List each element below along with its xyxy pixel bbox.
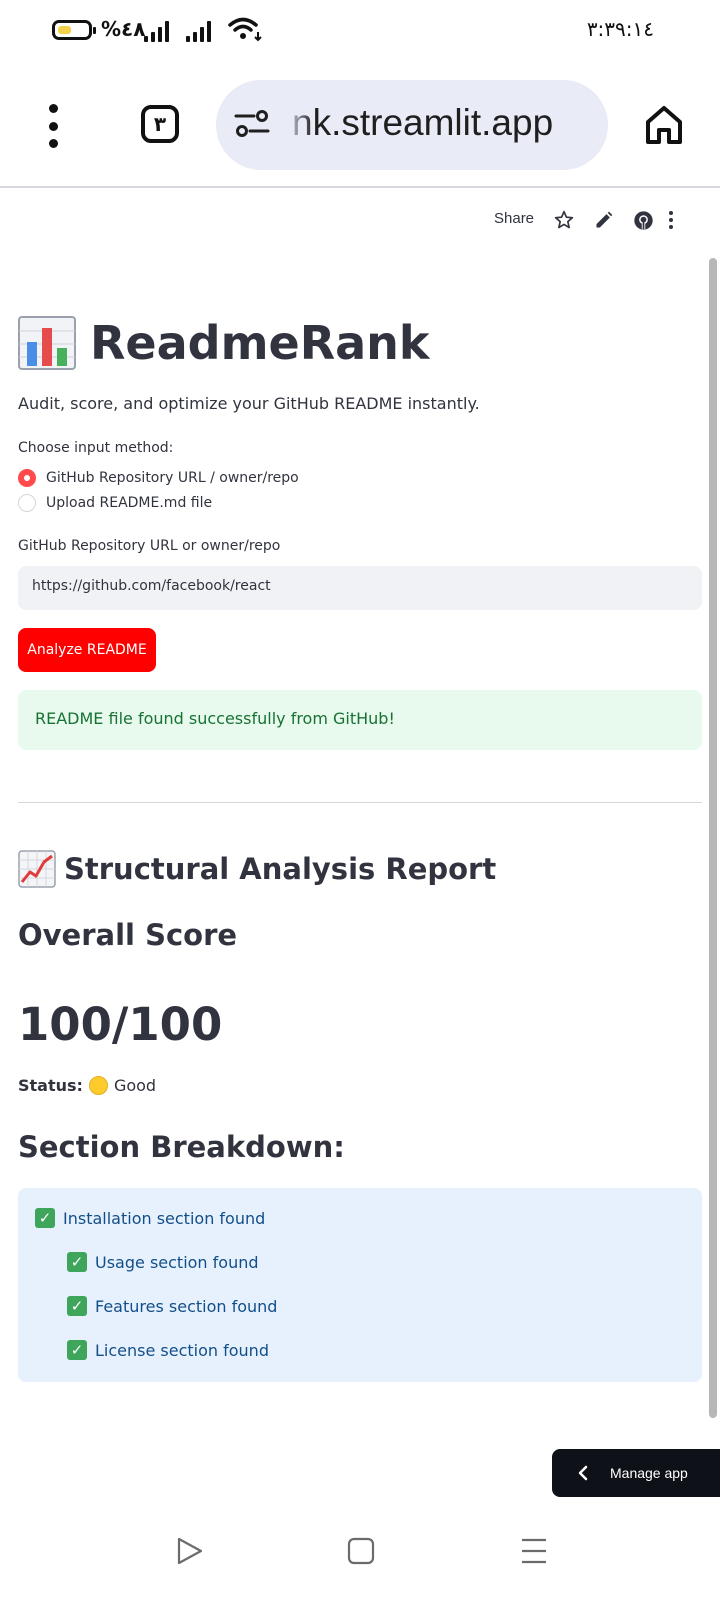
- manage-app-label: Manage app: [610, 1465, 688, 1481]
- recents-menu-icon[interactable]: [520, 1536, 548, 1566]
- section-breakdown-list: ✓ Installation section found ✓ Usage sec…: [18, 1188, 702, 1382]
- report-title: Structural Analysis Report: [64, 852, 497, 886]
- yellow-circle-icon: [88, 1076, 108, 1095]
- signal-icon: [186, 18, 211, 42]
- success-alert: README file found successfully from GitH…: [18, 690, 702, 750]
- signal-icon: [144, 18, 169, 42]
- repo-url-input[interactable]: https://github.com/facebook/react: [18, 566, 702, 610]
- star-icon[interactable]: [554, 210, 574, 230]
- input-method-label: Choose input method:: [18, 440, 174, 456]
- app-toolbar: Share: [0, 190, 720, 250]
- bar-chart-icon: [18, 316, 76, 370]
- status-line: Status: Good: [18, 1076, 156, 1095]
- radio-selected-icon[interactable]: [18, 469, 36, 487]
- status-label: Status:: [18, 1076, 83, 1095]
- url-text: nk.streamlit.app: [292, 102, 554, 143]
- radio-label: Upload README.md file: [46, 495, 213, 511]
- address-bar[interactable]: nk.streamlit.app: [216, 80, 608, 170]
- line-chart-icon: [18, 850, 56, 888]
- app-subtitle: Audit, score, and optimize your GitHub R…: [18, 394, 480, 413]
- more-vert-icon[interactable]: [667, 210, 675, 230]
- check-mark-icon: ✓: [35, 1208, 55, 1228]
- battery-fill: [58, 26, 71, 34]
- report-heading: Structural Analysis Report: [18, 850, 496, 888]
- page-title: ReadmeRank: [18, 316, 430, 370]
- score-value: 100/100: [18, 998, 223, 1051]
- list-item: ✓ Usage section found: [67, 1252, 259, 1272]
- list-item: ✓ Features section found: [67, 1296, 277, 1316]
- radio-option-github-url[interactable]: GitHub Repository URL / owner/repo: [18, 469, 299, 487]
- site-settings-icon[interactable]: [234, 109, 270, 139]
- divider: [18, 802, 702, 803]
- battery-percent: %٤٨: [101, 17, 146, 41]
- chevron-left-icon: [578, 1465, 588, 1481]
- more-vert-icon[interactable]: [40, 104, 66, 148]
- check-mark-icon: ✓: [67, 1252, 87, 1272]
- home-square-icon[interactable]: [347, 1536, 375, 1566]
- back-triangle-icon[interactable]: [176, 1536, 204, 1566]
- overall-score-label: Overall Score: [18, 918, 238, 952]
- repo-field-label: GitHub Repository URL or owner/repo: [18, 538, 281, 554]
- tabs-button[interactable]: ٣: [141, 105, 179, 143]
- edit-icon[interactable]: [594, 210, 614, 230]
- status-bar: %٤٨ ٣:٣٩:١٤: [0, 0, 720, 64]
- share-button[interactable]: Share: [494, 210, 534, 227]
- battery-icon: [52, 20, 96, 40]
- list-item: ✓ Installation section found: [35, 1208, 265, 1228]
- repo-url-value: https://github.com/facebook/react: [32, 578, 271, 594]
- section-breakdown-title: Section Breakdown:: [18, 1130, 345, 1164]
- check-mark-icon: ✓: [67, 1340, 87, 1360]
- list-item: ✓ License section found: [67, 1340, 269, 1360]
- scrollbar[interactable]: [709, 258, 717, 1418]
- analyze-readme-button[interactable]: Analyze README: [18, 628, 156, 672]
- system-nav-bar: [0, 1506, 720, 1600]
- github-icon[interactable]: [633, 210, 654, 231]
- browser-toolbar: ٣ nk.streamlit.app: [0, 64, 720, 188]
- home-icon[interactable]: [644, 104, 684, 146]
- check-mark-icon: ✓: [67, 1296, 87, 1316]
- manage-app-button[interactable]: Manage app: [552, 1449, 720, 1497]
- tab-count: ٣: [153, 112, 167, 136]
- status-value: Good: [113, 1076, 157, 1095]
- app-title: ReadmeRank: [90, 316, 430, 370]
- wifi-icon: [228, 17, 262, 42]
- radio-label: GitHub Repository URL / owner/repo: [46, 470, 299, 486]
- radio-option-upload-file[interactable]: Upload README.md file: [18, 494, 212, 512]
- radio-unselected-icon[interactable]: [18, 494, 36, 512]
- clock: ٣:٣٩:١٤: [586, 17, 654, 41]
